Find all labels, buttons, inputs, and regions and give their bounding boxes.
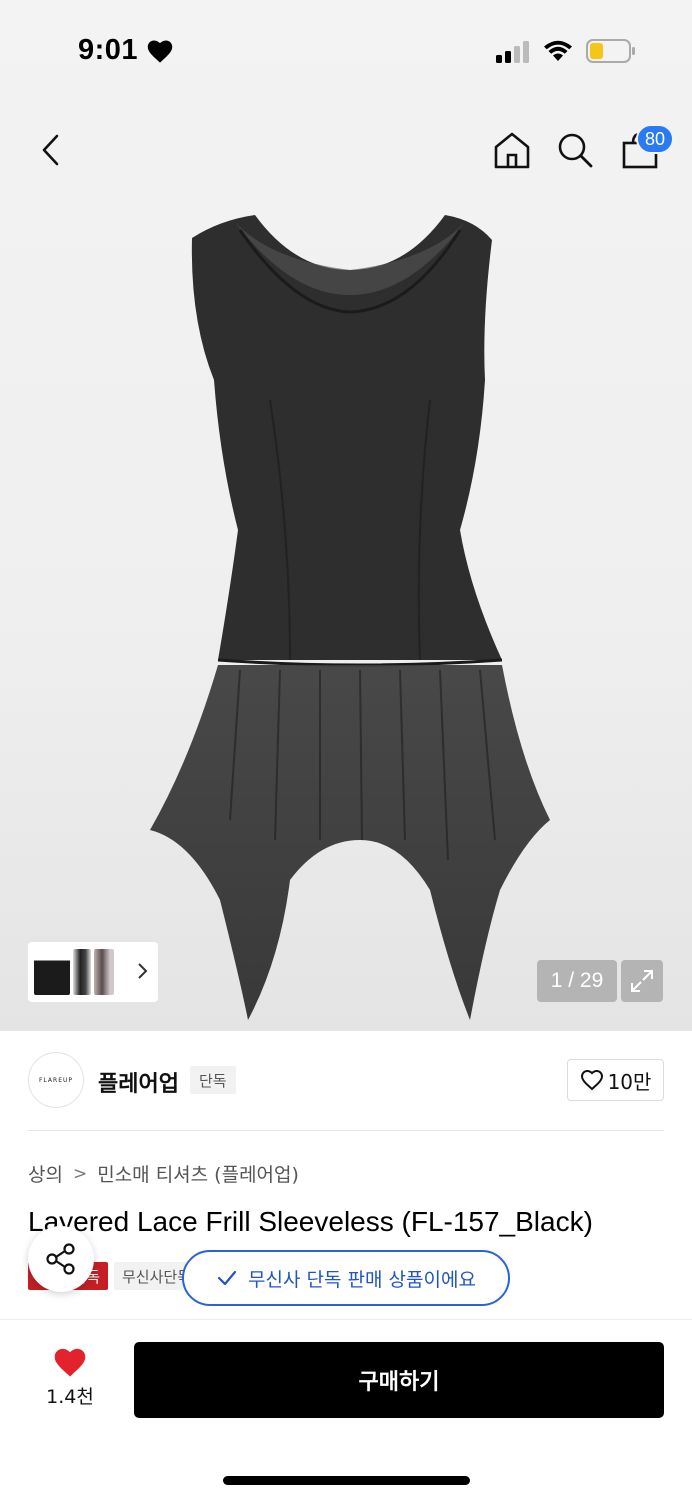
thumbnail-2[interactable] [73,949,91,995]
home-button[interactable] [490,128,534,172]
breadcrumb-separator: > [72,1163,88,1184]
chevron-right-icon [138,963,148,979]
buy-button[interactable]: 구매하기 [134,1342,664,1418]
thumbnail-strip[interactable] [28,942,158,1002]
heart-outline-icon [580,1069,603,1091]
share-button[interactable] [28,1226,94,1292]
cellular-signal-icon [496,41,529,63]
exclusive-toast: 무신사 단독 판매 상품이에요 [182,1250,510,1306]
back-button[interactable] [30,128,70,172]
breadcrumb-category[interactable]: 상의 [28,1160,63,1187]
wishlist-count: 1.4천 [46,1386,94,1408]
search-icon [558,133,593,168]
breadcrumb: 상의 > 민소매 티셔츠 (플레어업) [28,1160,299,1187]
battery-icon [586,39,635,63]
divider [28,1130,664,1131]
search-button[interactable] [554,128,596,172]
home-indicator [223,1476,470,1485]
thumbnail-3[interactable] [94,949,114,995]
breadcrumb-subcategory[interactable]: 민소매 티셔츠 (플레어업) [97,1160,299,1187]
status-bar: 9:01 [0,0,692,100]
image-page-counter: 1 / 29 [537,960,617,1002]
share-icon [46,1243,75,1275]
expand-button[interactable] [621,960,663,1002]
home-icon [494,132,530,169]
brand-name[interactable]: 플레어업 [98,1066,179,1098]
heart-filled-icon [54,1348,86,1377]
cart-count-badge: 80 [636,124,674,154]
brand-row: FLAREUP 플레어업 단독 10만 [28,1050,664,1110]
status-time: 9:01 [78,34,139,66]
brand-logo[interactable]: FLAREUP [28,1052,84,1108]
wifi-icon [544,40,572,61]
wishlist-button[interactable]: 1.4천 [34,1346,106,1416]
brand-exclusive-tag: 단독 [190,1066,236,1094]
expand-icon [631,970,653,992]
brand-like-count: 10만 [607,1069,652,1094]
heart-icon [147,40,173,63]
product-image[interactable] [130,200,570,1030]
brand-like-button[interactable]: 10만 [567,1059,664,1101]
exclusive-toast-text: 무신사 단독 판매 상품이에요 [248,1268,476,1291]
chevron-left-icon [42,134,59,166]
check-icon [217,1270,237,1286]
thumbnail-1[interactable] [34,949,70,995]
product-title: Layered Lace Frill Sleeveless (FL-157_Bl… [28,1206,593,1237]
